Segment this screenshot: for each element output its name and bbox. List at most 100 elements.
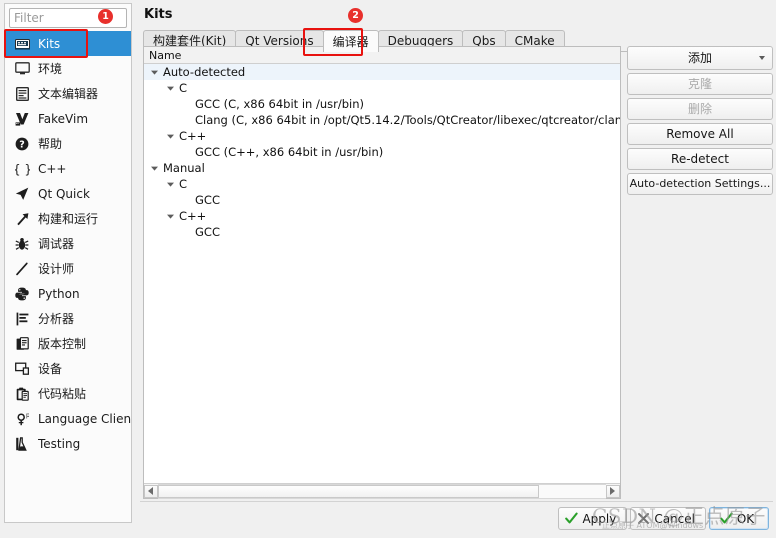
tree-row[interactable]: GCC	[144, 224, 620, 240]
testing-flask-icon	[13, 436, 31, 452]
button-label: Remove All	[666, 127, 734, 141]
sidebar-item-label: 环境	[38, 62, 63, 76]
sidebar-item-label: Kits	[38, 36, 61, 51]
tree-row-label: GCC	[195, 225, 220, 239]
version-control-icon	[13, 336, 31, 352]
scroll-right-button[interactable]	[606, 484, 620, 498]
sidebar-item-label: 调试器	[38, 237, 75, 251]
devices-icon	[13, 361, 31, 377]
tree-row[interactable]: C	[144, 176, 620, 192]
annotation-badge-1: 1	[98, 9, 113, 24]
sidebar-item-label: 设计师	[38, 262, 75, 276]
sidebar-item-label: Language Client	[38, 411, 131, 426]
tree-row-label: C	[179, 81, 188, 95]
scroll-left-button[interactable]	[144, 484, 158, 498]
dialog-button-bar: Apply Cancel OK	[140, 501, 773, 535]
sidebar-item-label: 版本控制	[38, 337, 87, 351]
apply-button[interactable]: Apply	[558, 507, 628, 530]
scrollbar-track[interactable]	[158, 483, 606, 499]
sidebar-item-kits[interactable]: Kits	[5, 31, 131, 56]
tree-row-label: Auto-detected	[163, 65, 246, 79]
sidebar-item-label: Testing	[38, 436, 81, 451]
remove-all-button[interactable]: Remove All	[627, 123, 773, 145]
kits-icon	[13, 36, 31, 52]
sidebar-item-[interactable]: 调试器	[5, 231, 131, 256]
settings-dialog: Kits 环境文本编辑器 FakeVim? 帮助 { } C++ Qt Quick 构建和运行…	[0, 0, 776, 538]
sidebar-item-qt-quick[interactable]: Qt Quick	[5, 181, 131, 206]
designer-pen-icon	[13, 261, 31, 277]
button-label: Cancel	[654, 511, 695, 526]
tree-row[interactable]: C++	[144, 128, 620, 144]
sidebar-item-python[interactable]: Python	[5, 281, 131, 306]
tree-row[interactable]: C++	[144, 208, 620, 224]
sidebar-item-[interactable]: 代码粘贴	[5, 381, 131, 406]
chevron-down-icon[interactable]	[148, 70, 161, 75]
python-icon	[13, 286, 31, 302]
settings-sidebar: Kits 环境文本编辑器 FakeVim? 帮助 { } C++ Qt Quick 构建和运行…	[4, 3, 132, 523]
analyzer-icon	[13, 311, 31, 327]
sidebar-item-label: C++	[38, 161, 67, 176]
sidebar-item-[interactable]: 文本编辑器	[5, 81, 131, 106]
sidebar-item-[interactable]: 版本控制	[5, 331, 131, 356]
compiler-actions-column: 添加克隆删除 Remove All Re-detect Auto-detection …	[627, 46, 773, 198]
chevron-down-icon[interactable]	[164, 182, 177, 187]
tree-row[interactable]: GCC	[144, 192, 620, 208]
sidebar-item-label: 设备	[38, 362, 63, 376]
tree-row[interactable]: C	[144, 80, 620, 96]
sidebar-item-[interactable]: 设备	[5, 356, 131, 381]
environment-icon	[13, 61, 31, 77]
dialog-buttons: Apply Cancel OK	[558, 507, 769, 530]
sidebar-item-[interactable]: 构建和运行	[5, 206, 131, 231]
chevron-down-icon[interactable]	[164, 214, 177, 219]
button-label: Auto-detection Settings...	[629, 177, 771, 190]
chevron-down-icon[interactable]	[759, 56, 765, 60]
page-title: Kits	[144, 7, 173, 22]
sidebar-item-language-client[interactable]: p Language Client	[5, 406, 131, 431]
button-label: Apply	[582, 511, 617, 526]
sidebar-item-fakevim[interactable]: FakeVim	[5, 106, 131, 131]
sidebar-item-[interactable]: 分析器	[5, 306, 131, 331]
tree-row-label: C	[179, 177, 188, 191]
sidebar-item-label: Qt Quick	[38, 186, 90, 201]
tree-row[interactable]: Manual	[144, 160, 620, 176]
sidebar-item-label: 分析器	[38, 312, 75, 326]
tab-compilers[interactable]: 编译器	[322, 30, 379, 52]
compilers-tree[interactable]: Auto-detected C GCC (C, x86 64bit in /usr/…	[144, 64, 620, 483]
sidebar-item-label: 文本编辑器	[38, 87, 99, 101]
tree-row[interactable]: Clang (C, x86 64bit in /opt/Qt5.14.2/Too…	[144, 112, 620, 128]
auto-detection-settings-button[interactable]: Auto-detection Settings...	[627, 173, 773, 195]
chevron-down-icon[interactable]	[164, 86, 177, 91]
tree-row-label: Clang (C, x86 64bit in /opt/Qt5.14.2/Too…	[195, 113, 620, 127]
sidebar-item-label: 帮助	[38, 137, 63, 151]
cpp-braces-icon: { }	[13, 161, 31, 177]
button-label: OK	[736, 511, 755, 526]
sidebar-item-testing[interactable]: Testing	[5, 431, 131, 456]
ok-button[interactable]: OK	[709, 507, 769, 530]
re-detect-button[interactable]: Re-detect	[627, 148, 773, 170]
settings-content: Kits 构建套件(Kit) Qt Versions 编译器 Debuggers Qbs…	[140, 3, 773, 535]
build-run-icon	[13, 211, 31, 227]
compilers-tab-panel: Name Auto-detected C GCC (C, x86 64bit in …	[143, 46, 773, 499]
sidebar-item-c[interactable]: { } C++	[5, 156, 131, 181]
scrollbar-thumb[interactable]	[158, 484, 539, 498]
tree-row-label: Manual	[163, 161, 205, 175]
add-button[interactable]: 添加	[627, 46, 773, 70]
code-paste-icon	[13, 386, 31, 402]
cancel-button[interactable]: Cancel	[630, 507, 706, 530]
svg-text:{ }: { }	[15, 162, 30, 176]
sidebar-item-[interactable]: 设计师	[5, 256, 131, 281]
tree-row[interactable]: Auto-detected	[144, 64, 620, 80]
button-label: 克隆	[687, 77, 712, 91]
tree-row[interactable]: GCC (C, x86 64bit in /usr/bin)	[144, 96, 620, 112]
sidebar-item-[interactable]: ? 帮助	[5, 131, 131, 156]
tree-row-label: GCC (C, x86 64bit in /usr/bin)	[195, 97, 365, 111]
annotation-badge-2: 2	[348, 8, 363, 23]
chevron-down-icon[interactable]	[164, 134, 177, 139]
button-label: 添加	[687, 51, 712, 65]
tree-row-label: GCC (C++, x86 64bit in /usr/bin)	[195, 145, 384, 159]
chevron-down-icon[interactable]	[148, 166, 161, 171]
sidebar-item-[interactable]: 环境	[5, 56, 131, 81]
tree-horizontal-scrollbar[interactable]	[144, 483, 620, 499]
remove-button: 删除	[627, 98, 773, 120]
tree-row[interactable]: GCC (C++, x86 64bit in /usr/bin)	[144, 144, 620, 160]
